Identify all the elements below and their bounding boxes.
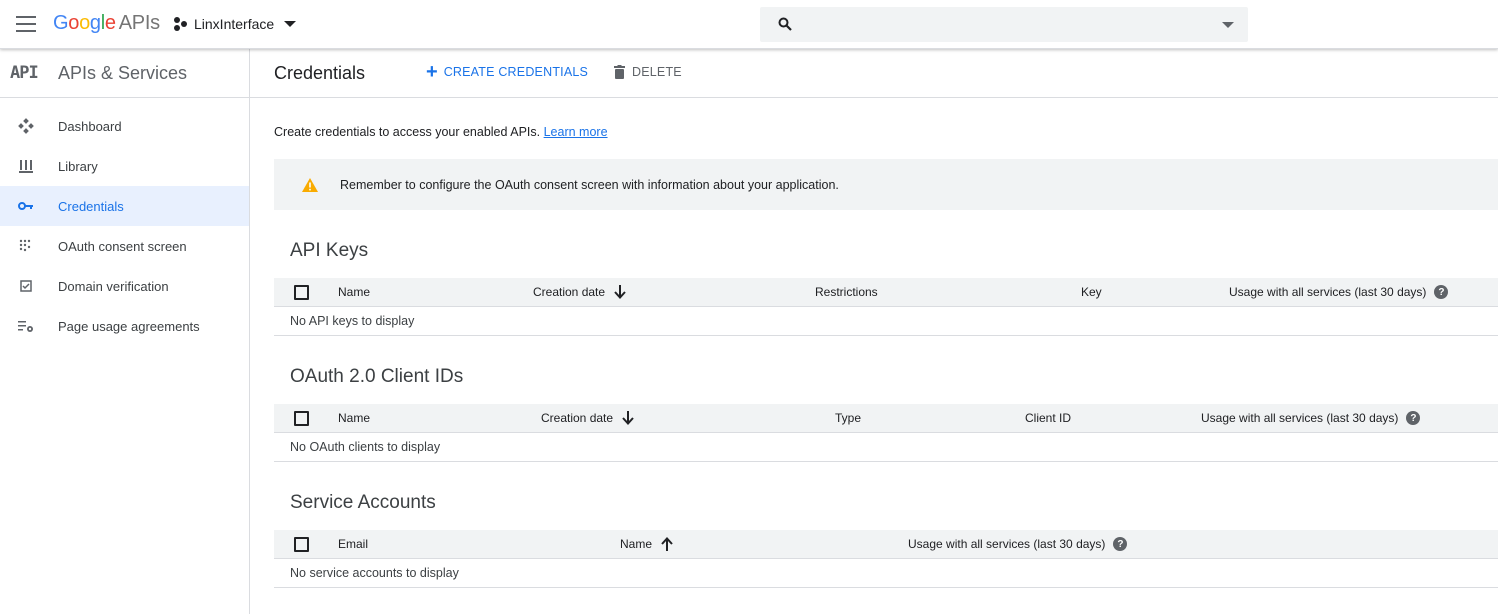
sidebar-header: API APIs & Services <box>0 49 249 98</box>
search-input[interactable] <box>804 7 1204 42</box>
help-icon[interactable]: ? <box>1113 537 1128 551</box>
select-all-checkbox[interactable] <box>294 411 309 426</box>
search-icon <box>778 17 792 31</box>
oauth-table-header: Name Creation date Type Client ID Usage … <box>274 404 1498 433</box>
help-icon[interactable]: ? <box>1434 285 1449 299</box>
menu-icon[interactable] <box>16 16 36 32</box>
arrow-down-icon <box>614 285 626 299</box>
key-icon <box>18 198 34 214</box>
column-header[interactable]: Name <box>338 285 370 299</box>
column-header: Usage with all services (last 30 days)? <box>1201 411 1421 425</box>
sidebar-title: APIs & Services <box>58 62 188 83</box>
chevron-down-icon <box>284 21 297 27</box>
sidebar: API APIs & Services Dashboard Library Cr… <box>0 49 250 614</box>
sidebar-nav: Dashboard Library Credentials OAuth cons… <box>0 106 249 346</box>
empty-table-row: No service accounts to display <box>274 559 1498 588</box>
search-dropdown-icon[interactable] <box>1222 22 1234 28</box>
select-all-checkbox[interactable] <box>294 537 309 552</box>
plus-icon: + <box>426 61 438 83</box>
column-header: Restrictions <box>815 285 878 299</box>
service-accounts-title: Service Accounts <box>290 492 436 513</box>
checkbox-icon <box>18 278 34 294</box>
column-header: Client ID <box>1025 411 1072 425</box>
arrow-up-icon <box>661 537 673 551</box>
empty-table-row: No OAuth clients to display <box>274 433 1498 462</box>
trash-icon <box>614 65 625 79</box>
dashboard-icon <box>18 118 34 134</box>
project-name: LinxInterface <box>194 16 275 32</box>
library-icon <box>18 158 34 174</box>
column-header[interactable]: Creation date <box>541 411 634 425</box>
api-keys-title: API Keys <box>290 240 369 261</box>
oauth-notice-banner: Remember to configure the OAuth consent … <box>274 159 1498 210</box>
project-icon <box>174 17 188 31</box>
delete-button[interactable]: DELETE <box>614 65 682 79</box>
google-apis-logo[interactable]: Google APIs <box>53 12 160 35</box>
column-header: Usage with all services (last 30 days)? <box>1229 285 1449 299</box>
help-icon[interactable]: ? <box>1406 411 1421 425</box>
settings-list-icon <box>18 318 34 334</box>
sidebar-item-credentials[interactable]: Credentials <box>0 186 249 226</box>
page-title: Credentials <box>274 63 366 83</box>
api-logo-icon: API <box>10 63 39 83</box>
sidebar-item-library[interactable]: Library <box>0 146 249 186</box>
sidebar-item-domain-verification[interactable]: Domain verification <box>0 266 249 306</box>
toolbar: Credentials + CREATE CREDENTIALS DELETE <box>250 49 1498 98</box>
sidebar-item-page-usage[interactable]: Page usage agreements <box>0 306 249 346</box>
main-content: Credentials + CREATE CREDENTIALS DELETE … <box>250 49 1498 614</box>
warning-icon <box>302 177 318 192</box>
search-bar[interactable] <box>760 7 1248 42</box>
column-header[interactable]: Email <box>338 537 368 551</box>
sidebar-item-oauth-consent[interactable]: OAuth consent screen <box>0 226 249 266</box>
column-header[interactable]: Name <box>338 411 370 425</box>
column-header[interactable]: Name <box>620 537 673 551</box>
sidebar-item-dashboard[interactable]: Dashboard <box>0 106 249 146</box>
top-app-bar: Google APIs LinxInterface <box>0 0 1498 49</box>
select-all-checkbox[interactable] <box>294 285 309 300</box>
column-header: Type <box>835 411 862 425</box>
oauth-consent-icon <box>18 238 34 254</box>
empty-table-row: No API keys to display <box>274 307 1498 336</box>
intro-text: Create credentials to access your enable… <box>274 125 608 139</box>
arrow-down-icon <box>622 411 634 425</box>
create-credentials-button[interactable]: + CREATE CREDENTIALS <box>426 61 588 83</box>
service-accounts-table-header: Email Name Usage with all services (last… <box>274 530 1498 559</box>
column-header: Key <box>1081 285 1102 299</box>
column-header: Usage with all services (last 30 days)? <box>908 537 1128 551</box>
project-selector[interactable]: LinxInterface <box>174 12 297 36</box>
learn-more-link[interactable]: Learn more <box>544 125 608 139</box>
api-keys-table-header: Name Creation date Restrictions Key Usag… <box>274 278 1498 307</box>
column-header[interactable]: Creation date <box>533 285 626 299</box>
oauth-clients-title: OAuth 2.0 Client IDs <box>290 366 464 387</box>
